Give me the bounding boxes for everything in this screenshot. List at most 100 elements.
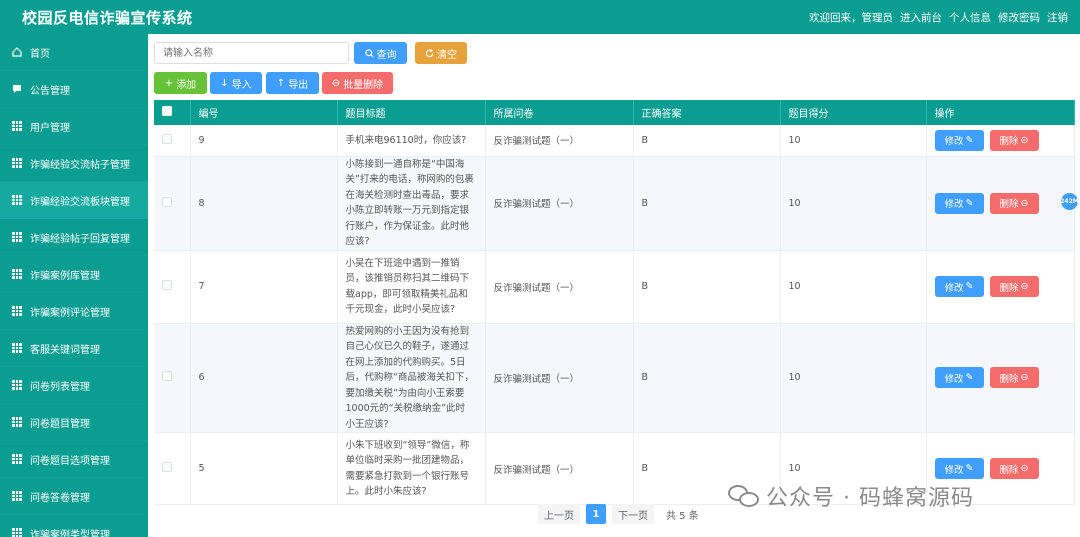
sidebar-item[interactable]: 问卷列表管理 [0,367,148,404]
column-header-actions: 操作 [926,100,1075,125]
grid-icon [12,306,22,316]
sidebar-item[interactable]: 问卷题目选项管理 [0,441,148,478]
sidebar-item[interactable]: 客服关键词管理 [0,330,148,367]
welcome-text: 欢迎回来，管理员 [809,12,893,24]
cell-id: 5 [190,432,338,505]
delete-button-label: 删除 [999,136,1019,148]
edit-button[interactable]: 修改 ✎ [934,129,984,151]
cell-survey: 反诈骗测试题（一） [485,250,634,324]
query-button-label: 查询 [376,49,397,61]
edit-icon: ✎ [965,134,974,146]
edit-button[interactable]: 修改 ✎ [934,458,984,479]
select-all-checkbox[interactable] [162,106,172,116]
sidebar-item[interactable]: 诈骗案例类型管理 [0,515,148,537]
sidebar-item[interactable]: 问卷答卷管理 [0,478,148,515]
delete-button[interactable]: 删除 ⊖ [989,192,1039,214]
wechat-icon [728,483,760,509]
delete-button[interactable]: 删除 ⊖ [989,458,1039,479]
cell-title: 手机来电96110时，你应该? [337,125,486,157]
sidebar-item[interactable]: 诈骗经验帖子回复管理 [0,219,148,256]
enter-frontend-link[interactable]: 进入前台 [900,10,942,25]
edit-button[interactable]: 修改 ✎ [934,367,984,389]
table-row: 6 热爱网购的小王因为没有抢到自己心仪已久的鞋子，遂通过在网上添加的代购购买。5日… [154,323,1075,433]
delete-circle-icon: ⊖ [1020,372,1029,384]
delete-circle-icon: ⊖ [331,77,341,89]
cell-actions: 修改 ✎ 删除 ⊖ [926,323,1075,433]
sidebar-item[interactable]: 诈骗案例库管理 [0,256,148,293]
delete-button-label: 删除 [999,199,1019,210]
row-checkbox[interactable] [162,196,172,207]
row-select-cell[interactable] [154,250,191,324]
row-select-cell[interactable] [154,125,191,157]
grid-icon [12,528,22,537]
import-button[interactable]: ↓ 导入 [210,72,262,94]
sidebar-item-label: 公告管理 [30,85,70,97]
grid-icon [12,158,22,168]
row-select-cell[interactable] [154,156,191,251]
delete-button[interactable]: 删除 ⊖ [989,367,1039,389]
table-header-row: 编号 题目标题 所属问卷 正确答案 题目得分 操作 [154,100,1075,125]
search-input[interactable] [154,42,349,64]
export-button[interactable]: ↑ 导出 [266,72,319,94]
edit-button[interactable]: 修改 ✎ [934,192,984,214]
edit-button-label: 修改 [944,199,964,210]
sidebar-item[interactable]: 诈骗经验交流帖子管理 [0,145,148,182]
profile-link[interactable]: 个人信息 [949,10,991,25]
edit-button-label: 修改 [944,136,964,148]
cell-survey: 反诈骗测试题（一） [485,156,634,251]
message-icon [13,85,21,93]
row-select-cell[interactable] [154,432,191,505]
plus-icon: + [164,77,174,89]
sidebar-item-label: 客服关键词管理 [30,344,100,356]
edit-icon: ✎ [965,463,974,474]
delete-button-label: 删除 [999,464,1019,476]
sidebar-item[interactable]: 用户管理 [0,108,148,145]
query-button[interactable]: 查询 [354,42,407,64]
sidebar-item[interactable]: 首页 [0,34,148,71]
current-page-number[interactable]: 1 [586,504,606,524]
logout-link[interactable]: 注销 [1047,10,1068,25]
question-table: 编号 题目标题 所属问卷 正确答案 题目得分 操作 9 手机来电96110时，你应… [154,100,1075,505]
edit-button[interactable]: 修改 ✎ [934,276,984,297]
batch-delete-button[interactable]: ⊖ 批量删除 [322,72,393,94]
change-password-link[interactable]: 修改密码 [998,10,1040,25]
memory-badge[interactable]: 242M [1060,193,1079,210]
cell-survey: 反诈骗测试题（一） [485,323,634,433]
delete-button[interactable]: 删除 ⊖ [989,276,1039,297]
column-header-title: 题目标题 [337,100,486,125]
edit-button-label: 修改 [944,464,964,476]
sidebar-item-label: 诈骗经验交流帖子管理 [30,159,130,171]
select-all-cell[interactable] [154,100,191,125]
sidebar-item[interactable]: 问卷题目管理 [0,404,148,441]
next-page-button[interactable]: 下一页 [612,504,654,524]
sidebar-item-label: 用户管理 [30,122,70,134]
cell-title: 热爱网购的小王因为没有抢到自己心仪已久的鞋子，遂通过在网上添加的代购购买。5日后… [337,323,486,433]
top-bar: 校园反电信诈骗宣传系统 欢迎回来，管理员 进入前台 个人信息 修改密码 注销 [0,0,1080,34]
row-checkbox[interactable] [162,371,172,382]
sidebar-item[interactable]: 诈骗经验交流板块管理 [0,182,148,219]
sidebar-item[interactable]: 公告管理 [0,71,148,108]
grid-icon [12,195,22,205]
prev-page-button[interactable]: 上一页 [538,504,580,524]
row-checkbox[interactable] [162,462,172,472]
sidebar-item[interactable]: 诈骗案例评论管理 [0,293,148,330]
edit-button-label: 修改 [944,373,964,385]
delete-button[interactable]: 删除 ⊖ [989,129,1039,151]
sidebar-item-label: 诈骗经验帖子回复管理 [30,233,130,245]
add-button[interactable]: + 添加 [154,72,207,94]
arrow-up-icon: ↑ [276,77,286,89]
sidebar-item-label: 问卷列表管理 [30,381,90,393]
sidebar-item-label: 问卷题目选项管理 [30,455,110,467]
row-select-cell[interactable] [154,323,191,433]
edit-icon: ✎ [965,281,974,292]
column-header-id: 编号 [190,100,338,125]
row-checkbox[interactable] [162,133,172,144]
cell-title: 小朱下班收到“领导”微信，称单位临时采购一批团建物品，需要紧急打款到一个银行账号… [337,432,486,505]
sidebar-item-label: 问卷答卷管理 [30,492,90,504]
clear-button[interactable]: 清空 [415,42,467,64]
edit-icon: ✎ [965,197,974,209]
row-checkbox[interactable] [162,280,172,290]
sidebar-item-label: 问卷题目管理 [30,418,90,430]
add-button-label: 添加 [176,79,197,91]
column-header-survey: 所属问卷 [485,100,634,125]
